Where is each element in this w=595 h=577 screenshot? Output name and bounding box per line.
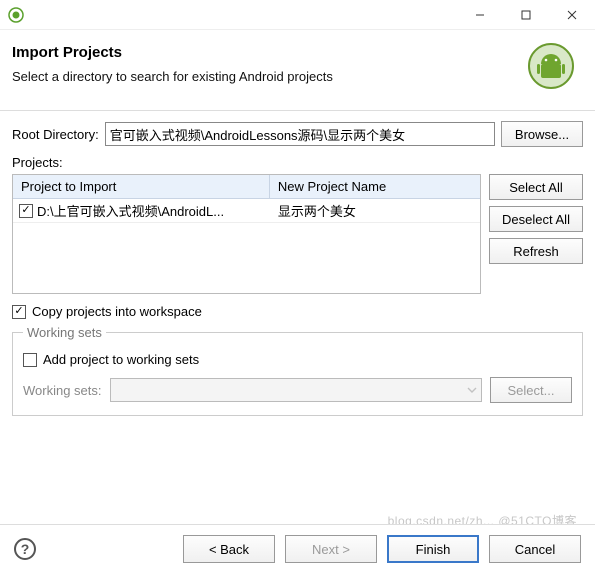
working-sets-group: Working sets Add project to working sets…	[12, 325, 583, 416]
working-sets-select-button: Select...	[490, 377, 572, 403]
copy-into-workspace-label: Copy projects into workspace	[32, 304, 202, 319]
close-button[interactable]	[549, 0, 595, 30]
chevron-down-icon	[467, 385, 477, 395]
page-subtitle: Select a directory to search for existin…	[12, 69, 333, 84]
table-row[interactable]: D:\上官可嵌入式视频\AndroidL... 显示两个美女	[13, 199, 480, 223]
col-project-to-import[interactable]: Project to Import	[13, 175, 270, 198]
root-directory-label: Root Directory:	[12, 127, 99, 142]
row-newname[interactable]: 显示两个美女	[270, 201, 480, 220]
working-sets-combo	[110, 378, 482, 402]
row-checkbox[interactable]	[19, 204, 33, 218]
projects-table[interactable]: Project to Import New Project Name D:\上官…	[12, 174, 481, 294]
deselect-all-button[interactable]: Deselect All	[489, 206, 583, 232]
back-button[interactable]: < Back	[183, 535, 275, 563]
select-all-button[interactable]: Select All	[489, 174, 583, 200]
app-icon	[8, 7, 24, 23]
maximize-button[interactable]	[503, 0, 549, 30]
copy-into-workspace-checkbox[interactable]	[12, 305, 26, 319]
browse-button[interactable]: Browse...	[501, 121, 583, 147]
cancel-button[interactable]: Cancel	[489, 535, 581, 563]
android-icon	[527, 42, 575, 90]
add-to-working-sets-checkbox[interactable]	[23, 353, 37, 367]
help-icon[interactable]: ?	[14, 538, 36, 560]
working-sets-combo-label: Working sets:	[23, 383, 102, 398]
titlebar	[0, 0, 595, 30]
refresh-button[interactable]: Refresh	[489, 238, 583, 264]
row-path: D:\上官可嵌入式视频\AndroidL...	[37, 201, 224, 220]
page-title: Import Projects	[12, 44, 333, 61]
add-to-working-sets-label: Add project to working sets	[43, 352, 199, 367]
root-directory-input[interactable]	[105, 122, 495, 146]
minimize-button[interactable]	[457, 0, 503, 30]
wizard-header: Import Projects Select a directory to se…	[0, 30, 595, 104]
working-sets-legend: Working sets	[23, 325, 106, 340]
wizard-footer: ? < Back Next > Finish Cancel	[0, 524, 595, 577]
next-button: Next >	[285, 535, 377, 563]
finish-button[interactable]: Finish	[387, 535, 479, 563]
col-new-project-name[interactable]: New Project Name	[270, 175, 480, 198]
projects-label: Projects:	[12, 155, 583, 170]
